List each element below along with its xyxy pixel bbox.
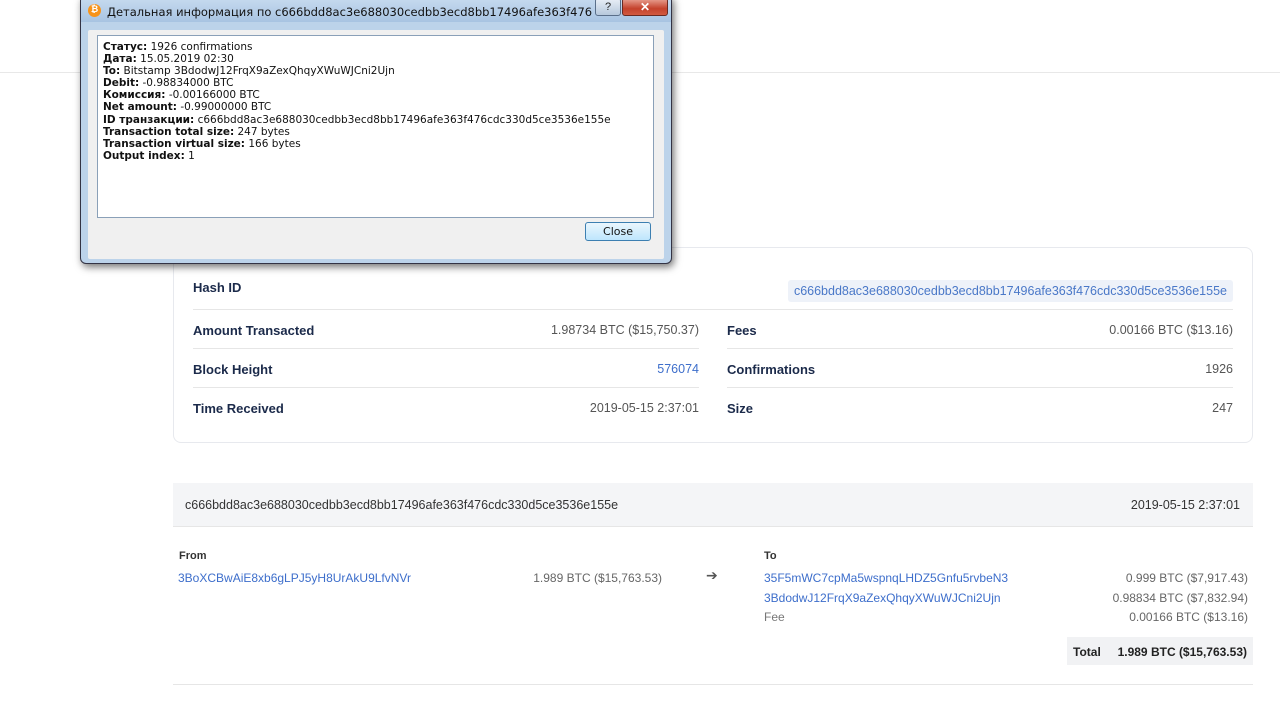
fees-label: Fees xyxy=(727,323,757,338)
time-received-value: 2019-05-15 2:37:01 xyxy=(589,401,699,415)
from-label: From xyxy=(179,550,207,562)
from-amount: 1.989 BTC ($15,763.53) xyxy=(533,571,662,585)
detail-line: Debit: -0.98834000 BTC xyxy=(103,77,234,90)
detail-line: Transaction total size: 247 bytes xyxy=(103,125,290,138)
block-row: Block Height 576074 xyxy=(193,348,699,388)
close-button[interactable]: Close xyxy=(585,222,651,241)
hash-label: Hash ID xyxy=(193,280,242,295)
transaction-summary-card: Hash ID c666bdd8ac3e688030cedbb3ecd8bb17… xyxy=(173,247,1253,443)
detail-line: Дата: 15.05.2019 02:30 xyxy=(103,53,234,66)
amount-label: Amount Transacted xyxy=(193,323,315,338)
block-height-link[interactable]: 576074 xyxy=(657,362,699,376)
detail-line: ID транзакции: c666bdd8ac3e688030cedbb3e… xyxy=(103,113,611,126)
amount-row: Amount Transacted 1.98734 BTC ($15,750.3… xyxy=(193,309,699,349)
detail-line: Output index: 1 xyxy=(103,149,195,162)
detail-line: Transaction virtual size: 166 bytes xyxy=(103,137,301,150)
from-address-link[interactable]: 3BoXCBwAiE8xb6gLPJ5yH8UrAkU9LfvNVr xyxy=(178,571,411,585)
fees-row: Fees 0.00166 BTC ($13.16) xyxy=(727,309,1233,349)
confirmations-row: Confirmations 1926 xyxy=(727,348,1233,388)
total-label: Total xyxy=(1073,645,1101,659)
time-row: Time Received 2019-05-15 2:37:01 xyxy=(193,387,699,426)
detail-line: To: Bitstamp 3BdodwJ12FrqX9aZexQhqyXWuWJ… xyxy=(103,65,395,78)
fee-amount: 0.00166 BTC ($13.16) xyxy=(1129,610,1248,624)
fees-value: 0.00166 BTC ($13.16) xyxy=(1109,323,1233,337)
confirmations-value: 1926 xyxy=(1205,362,1233,376)
dialog-titlebar[interactable]: ₿ Детальная информация по c666bdd8ac3e68… xyxy=(81,0,671,22)
size-row: Size 247 xyxy=(727,387,1233,426)
total-box: Total 1.989 BTC ($15,763.53) xyxy=(1067,637,1253,665)
arrow-right-icon: ➔ xyxy=(706,568,718,584)
help-button[interactable]: ? xyxy=(595,0,621,16)
output-amount: 0.98834 BTC ($7,832.94) xyxy=(1112,591,1248,605)
confirmations-label: Confirmations xyxy=(727,362,816,377)
hash-row: Hash ID c666bdd8ac3e688030cedbb3ecd8bb17… xyxy=(193,270,1233,310)
fee-label: Fee xyxy=(764,610,785,624)
size-value: 247 xyxy=(1212,401,1233,415)
transaction-header: c666bdd8ac3e688030cedbb3ecd8bb17496afe36… xyxy=(173,483,1253,527)
output-address-link[interactable]: 3BdodwJ12FrqX9aZexQhqyXWuWJCni2Ujn xyxy=(764,591,1001,605)
block-height-label: Block Height xyxy=(193,362,273,377)
time-received-label: Time Received xyxy=(193,401,284,416)
amount-value: 1.98734 BTC ($15,750.37) xyxy=(550,323,699,337)
hash-value[interactable]: c666bdd8ac3e688030cedbb3ecd8bb17496afe36… xyxy=(787,280,1233,302)
detail-line: Комиссия: -0.00166000 BTC xyxy=(103,89,260,102)
to-label: To xyxy=(764,550,777,562)
output-address-link[interactable]: 35F5mWC7cpMa5wspnqLHDZ5Gnfu5rvbeN3 xyxy=(764,571,1008,585)
total-value: 1.989 BTC ($15,763.53) xyxy=(1117,645,1247,659)
window-close-button[interactable]: ✕ xyxy=(622,0,668,16)
bitcoin-icon: ₿ xyxy=(88,4,101,17)
transaction-date: 2019-05-15 2:37:01 xyxy=(1130,498,1240,512)
size-label: Size xyxy=(727,401,754,416)
detail-line: Статус: 1926 confirmations xyxy=(103,41,253,53)
dialog-title: Детальная информация по c666bdd8ac3e6880… xyxy=(107,5,592,19)
detail-line: Net amount: -0.99000000 BTC xyxy=(103,101,272,114)
section-divider xyxy=(173,684,1253,685)
details-textbox[interactable]: Статус: 1926 confirmations Дата: 15.05.2… xyxy=(97,35,654,218)
transaction-hash: c666bdd8ac3e688030cedbb3ecd8bb17496afe36… xyxy=(185,498,619,512)
dialog-content: Статус: 1926 confirmations Дата: 15.05.2… xyxy=(88,30,664,259)
transaction-details-dialog: ₿ Детальная информация по c666bdd8ac3e68… xyxy=(80,0,672,264)
output-amount: 0.999 BTC ($7,917.43) xyxy=(1125,571,1248,585)
